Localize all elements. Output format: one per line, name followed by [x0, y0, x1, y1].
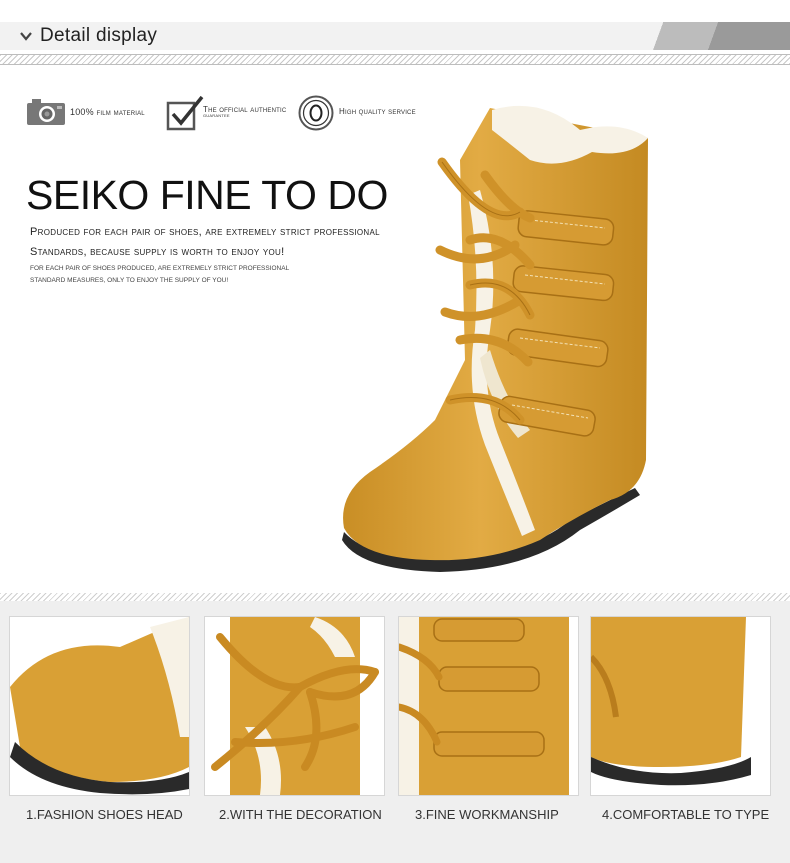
caption-1: 1.FASHION SHOES HEAD — [26, 807, 183, 822]
boot-heel-image — [591, 617, 770, 795]
caption-3: 3.FINE WORKMANSHIP — [415, 807, 559, 822]
camera-icon — [27, 99, 65, 125]
caption-2: 2.WITH THE DECORATION — [219, 807, 382, 822]
caption-4: 4.COMFORTABLE TO TYPE — [602, 807, 770, 822]
detail-thumb-decoration — [204, 616, 385, 796]
chevron-down-icon — [20, 32, 32, 41]
boot-bow-image — [205, 617, 384, 795]
badge-sublabel-guarantee: guarantee — [203, 113, 230, 119]
circle-o-icon — [298, 95, 334, 131]
hatch-divider — [0, 54, 790, 65]
boot-product-image — [342, 105, 648, 572]
boot-toe-image — [10, 617, 189, 795]
boot-straps-image — [399, 617, 578, 795]
section-header: Detail display — [0, 22, 790, 50]
header-stripe-dark — [695, 22, 790, 50]
badge-label-film: 100% film material — [70, 107, 145, 117]
hero-line-3: FOR EACH PAIR OF SHOES PRODUCED, ARE EXT… — [30, 265, 290, 272]
hero-line-2: Standards, because supply is worth to en… — [30, 246, 285, 258]
detail-thumb-comfort — [590, 616, 771, 796]
hatch-band — [0, 593, 790, 601]
section-title: Detail display — [40, 25, 158, 46]
hero-line-1: Produced for each pair of shoes, are ext… — [30, 226, 380, 238]
detail-thumb-head — [9, 616, 190, 796]
detail-thumb-workmanship — [398, 616, 579, 796]
check-icon — [166, 95, 204, 131]
hero-line-4: STANDARD MEASURES, ONLY TO ENJOY THE SUP… — [30, 277, 229, 284]
